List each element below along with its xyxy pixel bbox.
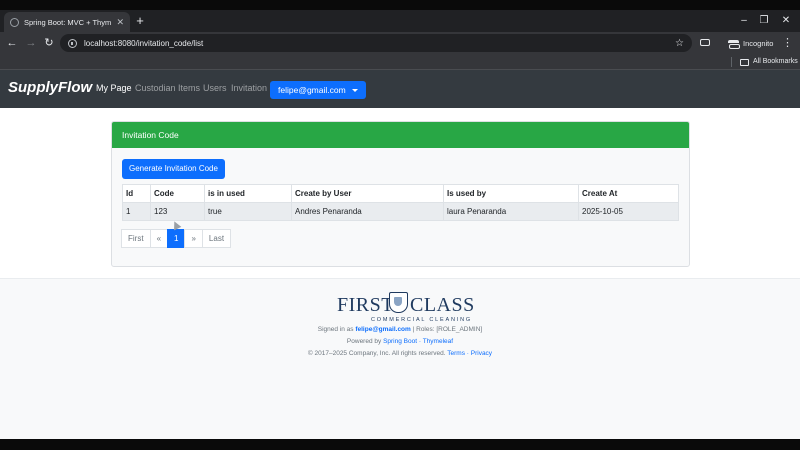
table-header-row: Id Code is in used Create by User Is use… <box>122 184 679 203</box>
column-header-in-used: is in used <box>204 184 292 203</box>
terms-link[interactable]: Terms <box>447 350 465 357</box>
tab-close-icon[interactable]: ✕ <box>116 17 124 27</box>
cell-create-at: 2025-10-05 <box>578 202 679 221</box>
signed-in-line: Signed in as felipe@gmail.com | Roles: [… <box>0 326 800 333</box>
crest-icon <box>389 292 408 313</box>
powered-by-line: Powered by Spring Boot · Thymeleaf <box>0 338 800 345</box>
thymeleaf-link[interactable]: Thymeleaf <box>423 338 453 345</box>
divider <box>731 57 732 67</box>
bookmarks-bar: All Bookmarks <box>0 54 800 70</box>
url-text[interactable]: localhost:8080/invitation_code/list <box>84 39 675 48</box>
browser-tabstrip: Spring Boot: MVC + Thymeleaf ✕ + – ❐ ✕ <box>0 10 800 32</box>
privacy-link[interactable]: Privacy <box>471 350 492 357</box>
signed-in-prefix: Signed in as <box>317 326 354 333</box>
back-icon[interactable]: ← <box>4 35 20 51</box>
copyright-line: © 2017–2025 Company, Inc. All rights res… <box>0 350 800 357</box>
user-email: felipe@gmail.com <box>278 85 346 95</box>
spring-boot-link[interactable]: Spring Boot <box>383 338 417 345</box>
page-last[interactable]: Last <box>201 229 232 248</box>
folder-icon <box>740 58 749 66</box>
copyright-text: © 2017–2025 Company, Inc. All rights res… <box>307 350 446 357</box>
all-bookmarks-label: All Bookmarks <box>753 58 798 65</box>
nav-link-users[interactable]: Users <box>203 83 227 93</box>
pagination: First « 1 » Last <box>121 229 232 248</box>
table-row: 1 123 true Andres Penaranda laura Penara… <box>122 202 679 221</box>
minimize-icon[interactable]: – <box>737 13 751 29</box>
column-header-create-at: Create At <box>578 184 679 203</box>
page-first[interactable]: First <box>121 229 151 248</box>
letterbox-bottom <box>0 439 800 450</box>
invitation-table: Id Code is in used Create by User Is use… <box>122 184 679 221</box>
browser-tab[interactable]: Spring Boot: MVC + Thymeleaf ✕ <box>4 12 130 32</box>
card-header: Invitation Code <box>112 122 689 148</box>
incognito-icon <box>728 39 740 49</box>
cell-id: 1 <box>122 202 151 221</box>
chevron-down-icon <box>351 88 358 92</box>
logo-word-right: CLASS <box>410 294 475 316</box>
powered-by-prefix: Powered by <box>346 338 382 345</box>
letterbox-top <box>0 0 800 10</box>
column-header-used-by: Is used by <box>443 184 579 203</box>
nav-link-custodian-items[interactable]: Custodian Items <box>135 83 200 93</box>
nav-link-my-page[interactable]: My Page <box>96 83 132 93</box>
cell-code: 123 <box>150 202 205 221</box>
user-dropdown-button[interactable]: felipe@gmail.com <box>270 81 366 99</box>
cell-create-by: Andres Penaranda <box>291 202 444 221</box>
logo-subtitle: COMMERCIAL CLEANING <box>371 317 472 323</box>
tab-title: Spring Boot: MVC + Thymeleaf <box>24 17 112 27</box>
logo-word-left: FIRST <box>337 294 394 316</box>
nav-link-invitation[interactable]: Invitation <box>231 83 267 93</box>
close-window-icon[interactable]: ✕ <box>779 13 793 29</box>
brand-logo[interactable]: SupplyFlow <box>8 79 92 96</box>
incognito-badge[interactable]: Incognito <box>728 35 773 51</box>
star-icon[interactable]: ☆ <box>675 38 684 49</box>
company-logo: FIRST CLASS COMMERCIAL CLEANING <box>337 291 474 325</box>
restore-icon[interactable]: ❐ <box>757 13 771 29</box>
page-content: Invitation Code Generate Invitation Code… <box>0 108 800 439</box>
page-prev[interactable]: « <box>149 229 169 248</box>
invitation-card: Invitation Code Generate Invitation Code… <box>111 121 690 267</box>
incognito-label: Incognito <box>743 38 774 48</box>
browser-toolbar: ← → ↻ localhost:8080/invitation_code/lis… <box>0 32 800 54</box>
app-navbar: SupplyFlow My Page Custodian Items Users… <box>0 70 800 108</box>
column-header-code: Code <box>150 184 205 203</box>
forward-icon[interactable]: → <box>23 35 39 51</box>
cell-used-by: laura Penaranda <box>443 202 579 221</box>
plus-icon[interactable]: + <box>133 13 147 29</box>
signed-in-user: felipe@gmail.com <box>355 326 411 333</box>
page-current[interactable]: 1 <box>167 229 186 248</box>
roles-text: | Roles: [ROLE_ADMIN] <box>412 326 483 333</box>
globe-icon <box>10 17 19 27</box>
all-bookmarks-button[interactable]: All Bookmarks <box>740 56 798 68</box>
site-info-icon[interactable] <box>68 38 77 48</box>
reload-icon[interactable]: ↻ <box>41 35 57 51</box>
column-header-create-by: Create by User <box>291 184 444 203</box>
page-next[interactable]: » <box>184 229 203 248</box>
address-bar[interactable]: localhost:8080/invitation_code/list ☆ <box>60 34 692 52</box>
cell-in-used: true <box>204 202 292 221</box>
profile-icon[interactable] <box>700 36 714 50</box>
menu-icon[interactable]: ⋮ <box>782 35 793 51</box>
generate-invitation-button[interactable]: Generate Invitation Code <box>122 159 225 179</box>
footer: FIRST CLASS COMMERCIAL CLEANING Signed i… <box>0 278 800 439</box>
column-header-id: Id <box>122 184 151 203</box>
